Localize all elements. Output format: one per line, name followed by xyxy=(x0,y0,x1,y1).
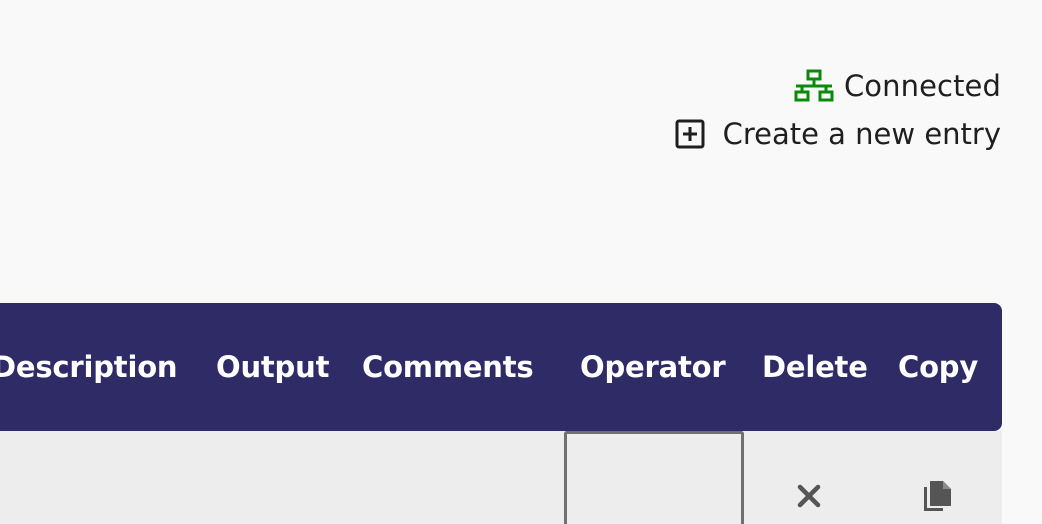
column-header-output[interactable]: Output xyxy=(216,303,329,431)
create-entry-label: Create a new entry xyxy=(722,117,1001,151)
plus-box-icon xyxy=(675,119,705,149)
column-header-copy: Copy xyxy=(898,350,979,384)
page: Connected Create a new entry Description… xyxy=(0,0,1042,524)
column-header-operator[interactable]: Operator xyxy=(580,303,726,431)
connection-status-label: Connected xyxy=(843,69,1001,103)
table-header: Description Output Comments Operator Del… xyxy=(0,303,1002,431)
table-row xyxy=(0,431,1002,524)
network-icon xyxy=(794,69,834,103)
close-icon[interactable] xyxy=(796,483,822,509)
column-header-description[interactable]: Description xyxy=(0,303,178,431)
column-header-delete: Delete xyxy=(762,350,868,384)
column-header-comments[interactable]: Comments xyxy=(362,303,534,431)
copy-icon[interactable] xyxy=(921,479,953,513)
operator-input[interactable] xyxy=(564,431,744,524)
create-entry-button[interactable]: Create a new entry xyxy=(675,114,1001,154)
connection-status: Connected xyxy=(794,66,1001,106)
